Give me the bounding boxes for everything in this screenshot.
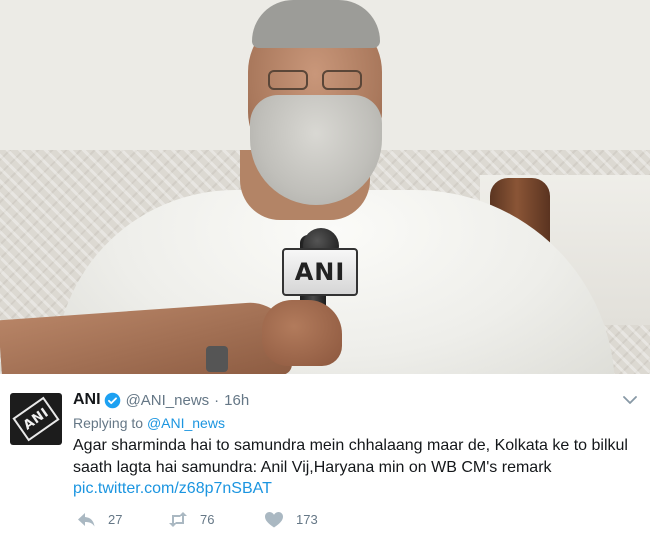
tweet-timestamp[interactable]: 16h <box>224 392 249 409</box>
reply-context: Replying to @ANI_news <box>73 415 225 431</box>
retweet-button[interactable]: 76 <box>168 511 264 528</box>
tweet-text: Agar sharminda hai to samundra mein chha… <box>73 435 633 500</box>
photo-glasses-right <box>322 70 362 90</box>
account-name[interactable]: ANI <box>73 391 101 409</box>
tweet-header: ANI @ANI_news · 16h <box>73 391 249 409</box>
reply-to-link[interactable]: @ANI_news <box>147 415 225 431</box>
photo-hand <box>262 300 342 366</box>
reply-button[interactable]: 27 <box>76 511 168 528</box>
header-separator: · <box>214 391 220 409</box>
heart-icon <box>265 512 283 528</box>
tweet-photo[interactable]: ANI <box>0 0 650 374</box>
retweet-count: 76 <box>200 512 215 527</box>
tweet-media-link[interactable]: pic.twitter.com/z68p7nSBAT <box>73 478 633 500</box>
reply-count: 27 <box>108 512 123 527</box>
avatar-logo: ANI <box>12 396 60 442</box>
tweet-body: Agar sharminda hai to samundra mein chha… <box>73 437 628 476</box>
avatar-logo-text: ANI <box>20 405 52 433</box>
account-handle[interactable]: @ANI_news <box>126 392 210 409</box>
photo-microphone-flag: ANI <box>282 248 358 296</box>
photo-hair <box>252 0 380 48</box>
retweet-icon <box>169 512 187 527</box>
photo-glasses-left <box>268 70 308 90</box>
mic-flag-label: ANI <box>294 258 346 286</box>
avatar[interactable]: ANI <box>10 393 62 445</box>
photo-watch <box>206 346 228 372</box>
like-button[interactable]: 173 <box>264 511 318 528</box>
reply-icon <box>78 513 95 527</box>
tweet-actions: 27 76 173 <box>76 511 318 528</box>
reply-prefix: Replying to <box>73 415 144 431</box>
verified-badge-icon <box>104 392 120 408</box>
tweet-card[interactable]: ANI ANI @ANI_news · 16h Replying to @ANI… <box>0 374 650 540</box>
chevron-down-icon[interactable] <box>622 394 638 406</box>
like-count: 173 <box>296 512 318 527</box>
